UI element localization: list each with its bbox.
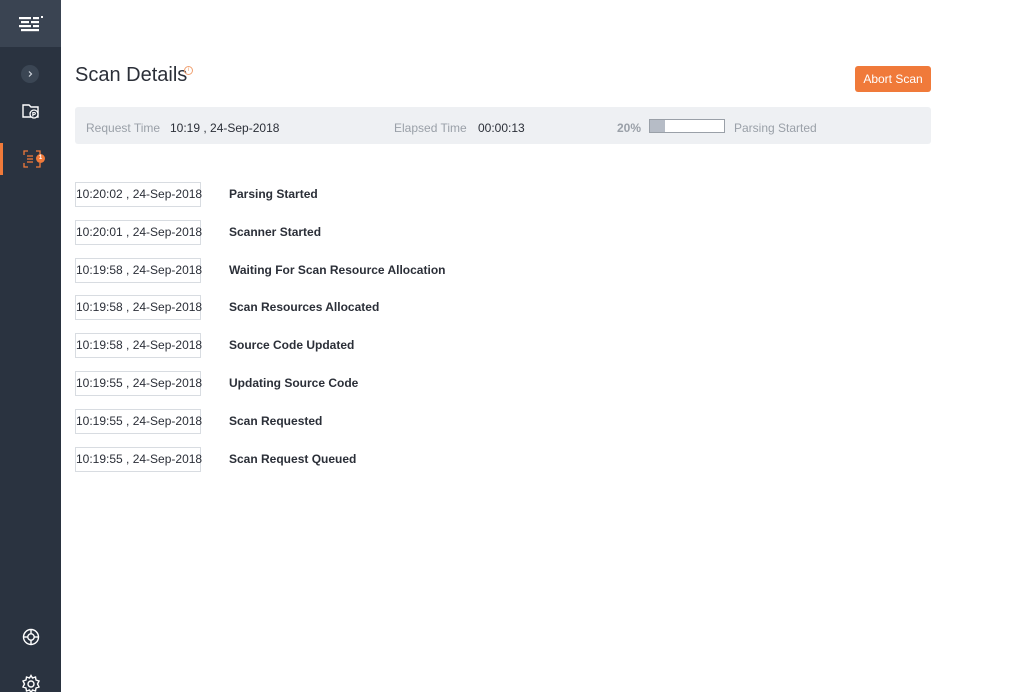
event-timestamp: 10:19:55 , 24-Sep-2018 <box>75 446 202 472</box>
event-timestamp: 10:19:55 , 24-Sep-2018 <box>75 408 202 434</box>
event-label: Scan Requested <box>229 413 323 428</box>
progress-percent: 20% <box>617 121 642 135</box>
sidebar-expand-toggle[interactable] <box>21 65 39 83</box>
sidebar-item-projects[interactable]: P <box>0 95 61 127</box>
event-label: Scanner Started <box>229 224 322 239</box>
sidebar-item-settings[interactable] <box>0 668 61 692</box>
event-timestamp: 10:20:02 , 24-Sep-2018 <box>75 182 202 207</box>
info-icon[interactable]: i <box>184 66 193 75</box>
gear-icon <box>21 674 40 692</box>
page-title: Scan Details <box>75 64 188 86</box>
request-time-value: 10:19 , 24-Sep-2018 <box>170 121 280 135</box>
event-label: Updating Source Code <box>229 375 359 390</box>
projects-icon: P <box>21 104 39 119</box>
progress-bar <box>649 119 725 133</box>
event-timestamp: 10:19:58 , 24-Sep-2018 <box>75 295 202 321</box>
notification-badge: 1 <box>36 154 45 163</box>
sidebar-item-help[interactable] <box>0 621 61 653</box>
scan-status: Parsing Started <box>734 121 817 135</box>
event-timestamp: 10:19:55 , 24-Sep-2018 <box>75 370 202 396</box>
event-label: Source Code Updated <box>229 338 355 353</box>
help-lifebuoy-icon <box>22 628 39 646</box>
event-label: Scan Request Queued <box>229 451 357 466</box>
request-time-label: Request Time <box>86 121 161 135</box>
elapsed-time-value: 00:00:13 <box>478 121 525 135</box>
progress-bar-fill <box>650 120 665 132</box>
event-label: Scan Resources Allocated <box>229 300 380 315</box>
sidebar-item-scans[interactable]: 1 <box>0 143 61 175</box>
event-label: Waiting For Scan Resource Allocation <box>229 262 446 277</box>
scan-summary-bar: Request Time 10:19 , 24-Sep-2018 Elapsed… <box>75 107 931 144</box>
event-timestamp: 10:19:58 , 24-Sep-2018 <box>75 333 202 359</box>
event-timestamp: 10:19:58 , 24-Sep-2018 <box>75 257 202 283</box>
elapsed-time-label: Elapsed Time <box>394 121 467 135</box>
app-logo-icon[interactable] <box>0 0 61 47</box>
sidebar: P 1 <box>0 0 61 692</box>
event-timestamp: 10:20:01 , 24-Sep-2018 <box>75 219 202 245</box>
chevron-right-icon <box>28 71 33 77</box>
abort-scan-button[interactable]: Abort Scan <box>855 66 931 92</box>
event-label: Parsing Started <box>229 187 318 201</box>
svg-text:P: P <box>31 111 36 118</box>
